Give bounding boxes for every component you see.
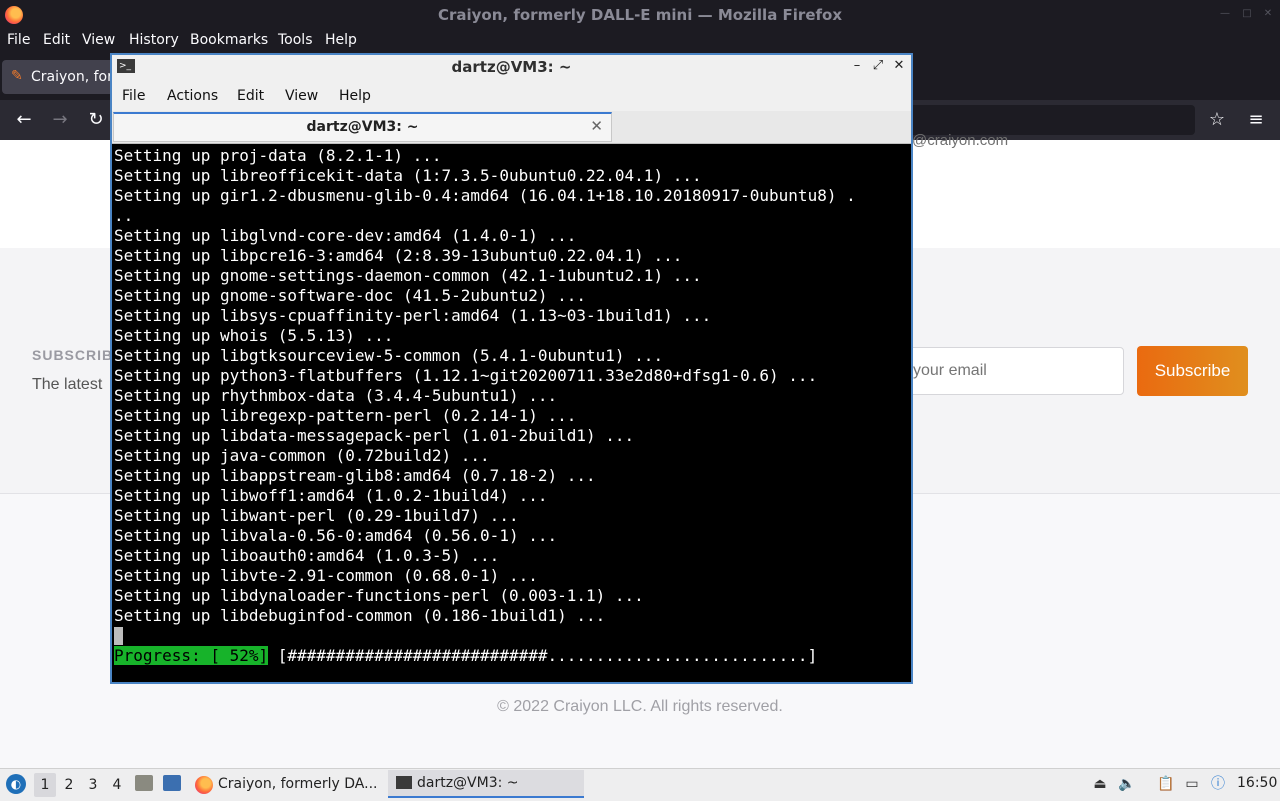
terminal-line: Setting up libvala-0.56-0:amd64 (0.56.0-… [114,526,558,545]
terminal-line: Setting up libdynaloader-functions-perl … [114,586,644,605]
taskbar-task-label: dartz@VM3: ~ [417,775,519,791]
network-icon[interactable]: ▭ [1183,775,1201,793]
email-field[interactable] [900,347,1124,395]
progress-bar: [###########################............… [268,646,818,665]
menu-help[interactable]: Help [325,32,357,48]
site-link[interactable]: @craiyon.com [912,132,1008,149]
terminal-menu-actions[interactable]: Actions [167,88,218,104]
terminal-menu-view[interactable]: View [285,88,318,104]
terminal-line: Setting up proj-data (8.2.1-1) ... [114,146,442,165]
workspace-3[interactable]: 3 [85,777,101,793]
terminal-menu-edit[interactable]: Edit [237,88,264,104]
progress-label: Progress: [ 52%] [114,646,269,665]
menu-hamburger-icon[interactable]: ≡ [1244,108,1268,132]
show-desktop-icon[interactable] [163,775,181,791]
firefox-icon [195,776,213,794]
file-manager-icon[interactable] [135,775,153,791]
pencil-icon: ✎ [11,68,23,84]
taskbar-firefox-task[interactable]: Craiyon, formerly DA... [193,770,385,798]
browser-tab[interactable]: ✎ Craiyon, for [2,60,120,94]
terminal-line: Setting up liboauth0:amd64 (1.0.3-5) ... [114,546,500,565]
terminal-line: Setting up libsys-cpuaffinity-perl:amd64… [114,306,712,325]
clipboard-icon[interactable]: 📋 [1157,775,1175,793]
subscribe-button[interactable]: Subscribe [1137,346,1248,396]
tab-close-icon[interactable]: ✕ [590,117,603,135]
terminal-line: Setting up rhythmbox-data (3.4.4-5ubuntu… [114,386,558,405]
terminal-menu-file[interactable]: File [122,88,145,104]
firefox-titlebar: Craiyon, formerly DALL-E mini — Mozilla … [0,0,1280,30]
terminal-line: Setting up libvte-2.91-common (0.68.0-1)… [114,566,538,585]
eject-icon[interactable]: ⏏ [1091,775,1109,793]
terminal-line: Setting up libdata-messagepack-perl (1.0… [114,426,635,445]
terminal-line: Setting up gir1.2-dbusmenu-glib-0.4:amd6… [114,186,856,205]
taskbar-task-label: Craiyon, formerly DA... [218,776,378,792]
browser-tab-label: Craiyon, for [31,69,113,85]
terminal-cursor [114,627,123,645]
bookmark-star-icon[interactable]: ☆ [1205,108,1229,132]
subscribe-description: The latest [32,376,103,393]
terminal-line: Setting up libappstream-glib8:amd64 (0.7… [114,466,596,485]
close-icon[interactable]: ✕ [1263,9,1273,19]
terminal-line: Setting up libdebuginfod-common (0.186-1… [114,606,606,625]
start-menu-icon[interactable]: ◐ [6,774,26,794]
terminal-line: Setting up libglvnd-core-dev:amd64 (1.4.… [114,226,577,245]
terminal-output[interactable]: Setting up proj-data (8.2.1-1) ... Setti… [114,146,909,680]
terminal-menu-help[interactable]: Help [339,88,371,104]
minimize-icon[interactable]: — [1220,9,1230,19]
terminal-maximize-icon[interactable]: ⤢ [871,59,885,73]
window-title: Craiyon, formerly DALL-E mini — Mozilla … [437,6,843,24]
terminal-line: Setting up whois (5.5.13) ... [114,326,394,345]
terminal-line: Setting up libreofficekit-data (1:7.3.5-… [114,166,702,185]
terminal-menubar: File Actions Edit View Help [112,82,911,111]
terminal-close-icon[interactable]: ✕ [892,59,906,73]
maximize-icon[interactable]: □ [1242,9,1252,19]
workspace-1[interactable]: 1 [34,773,56,797]
terminal-line: Setting up libregexp-pattern-perl (0.2.1… [114,406,577,425]
terminal-icon [396,776,412,789]
terminal-line: Setting up gnome-settings-daemon-common … [114,266,702,285]
taskbar-terminal-task[interactable]: dartz@VM3: ~ [388,770,584,798]
reload-icon[interactable]: ↻ [84,108,108,132]
apt-progress: Progress: [ 52%] [######################… [114,646,817,666]
update-notifier-icon[interactable]: ⓘ [1209,775,1227,793]
workspace-4[interactable]: 4 [109,777,125,793]
menu-edit[interactable]: Edit [43,32,70,48]
taskbar [0,768,1280,801]
menu-tools[interactable]: Tools [278,32,313,48]
terminal-minimize-icon[interactable]: – [850,59,864,73]
firefox-icon [5,6,23,24]
menu-history[interactable]: History [129,32,179,48]
clock: 16:50 [1237,775,1278,791]
workspace-2[interactable]: 2 [61,777,77,793]
terminal-icon: >_ [117,59,135,73]
forward-icon[interactable]: → [48,108,72,132]
back-icon[interactable]: ← [12,108,36,132]
terminal-tab[interactable]: dartz@VM3: ~ ✕ [113,112,612,142]
url-bar[interactable] [905,105,1195,135]
terminal-line: Setting up libwoff1:amd64 (1.0.2-1build4… [114,486,548,505]
terminal-tab-label: dartz@VM3: ~ [306,119,419,135]
terminal-line: Setting up libgtksourceview-5-common (5.… [114,346,664,365]
menu-bookmarks[interactable]: Bookmarks [190,32,268,48]
terminal-line: Setting up libpcre16-3:amd64 (2:8.39-13u… [114,246,683,265]
firefox-menubar: File Edit View History Bookmarks Tools H… [0,30,1280,52]
volume-icon[interactable]: 🔈 [1118,775,1136,793]
terminal-line: Setting up gnome-software-doc (41.5-2ubu… [114,286,587,305]
terminal-line: Setting up java-common (0.72build2) ... [114,446,490,465]
terminal-line: Setting up python3-flatbuffers (1.12.1~g… [114,366,818,385]
terminal-title: dartz@VM3: ~ [451,58,572,76]
terminal-line: Setting up libwant-perl (0.29-1build7) .… [114,506,519,525]
terminal-titlebar[interactable]: dartz@VM3: ~ [112,55,911,82]
terminal-line: .. [114,206,134,225]
copyright-text: © 2022 Craiyon LLC. All rights reserved. [497,698,783,715]
menu-view[interactable]: View [82,32,115,48]
menu-file[interactable]: File [7,32,30,48]
